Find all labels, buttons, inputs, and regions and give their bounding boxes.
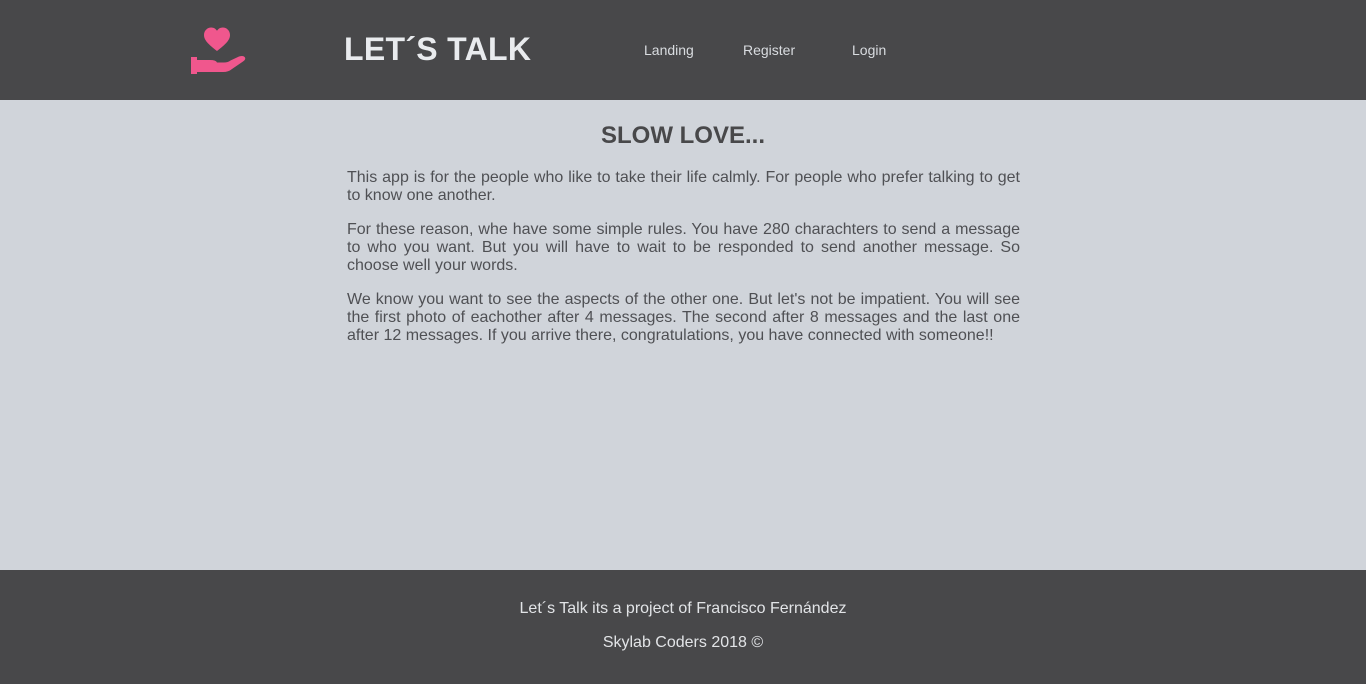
photos-paragraph: We know you want to see the aspects of t… [347,291,1020,344]
footer-credit: Let´s Talk its a project of Francisco Fe… [519,600,847,617]
description-block: This app is for the people who like to t… [347,169,1020,361]
rules-paragraph: For these reason, whe have some simple r… [347,221,1020,274]
nav-register-link[interactable]: Register [743,41,795,59]
nav-landing-link[interactable]: Landing [644,41,694,59]
brand-title: LET´S TALK [344,31,532,67]
nav-login-link[interactable]: Login [852,41,886,59]
site-footer: Let´s Talk its a project of Francisco Fe… [0,570,1366,684]
intro-paragraph: This app is for the people who like to t… [347,169,1020,204]
main-content: SLOW LOVE... This app is for the people … [0,100,1366,570]
page-title: SLOW LOVE... [600,122,765,149]
hand-heart-icon[interactable] [188,24,246,76]
site-header: LET´S TALK Landing Register Login [0,0,1366,100]
footer-copyright: Skylab Coders 2018 © [602,634,764,651]
